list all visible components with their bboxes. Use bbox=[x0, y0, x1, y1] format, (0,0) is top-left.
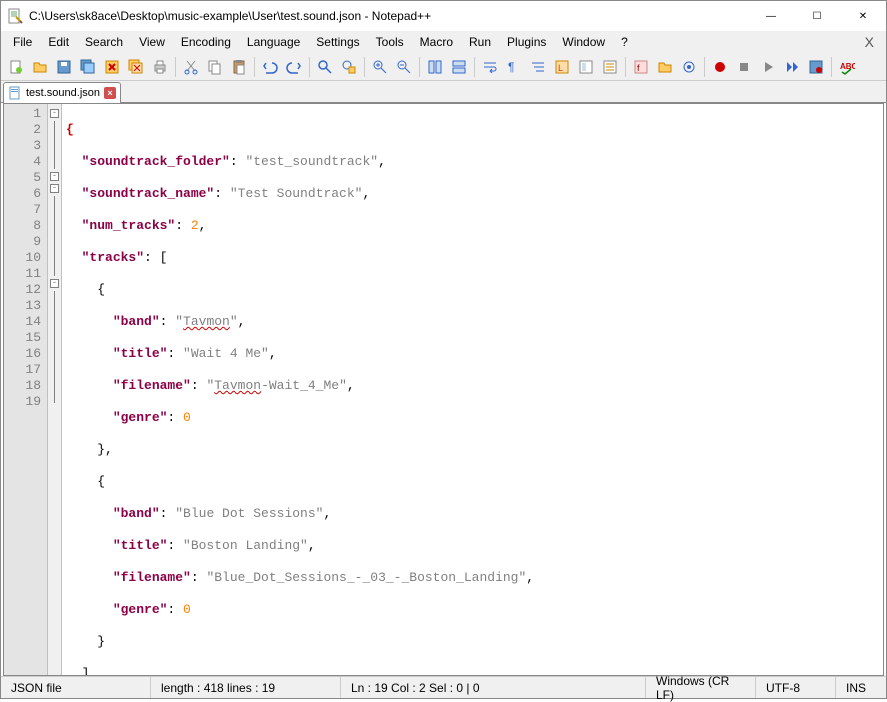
menu-tools[interactable]: Tools bbox=[368, 33, 412, 51]
menu-settings[interactable]: Settings bbox=[308, 33, 367, 51]
sync-h-button[interactable] bbox=[448, 56, 470, 78]
lineno: 6 bbox=[4, 186, 41, 202]
window-controls: — ☐ ✕ bbox=[748, 1, 886, 31]
lineno: 7 bbox=[4, 202, 41, 218]
save-button[interactable] bbox=[53, 56, 75, 78]
lineno: 12 bbox=[4, 282, 41, 298]
close-button[interactable]: ✕ bbox=[840, 1, 886, 31]
lineno: 9 bbox=[4, 234, 41, 250]
menubar: File Edit Search View Encoding Language … bbox=[1, 31, 886, 53]
menu-language[interactable]: Language bbox=[239, 33, 308, 51]
paste-button[interactable] bbox=[228, 56, 250, 78]
window-title: C:\Users\sk8ace\Desktop\music-example\Us… bbox=[29, 9, 748, 23]
menu-window[interactable]: Window bbox=[554, 33, 613, 51]
menu-plugins[interactable]: Plugins bbox=[499, 33, 554, 51]
status-encoding[interactable]: UTF-8 bbox=[756, 677, 836, 698]
play-multi-button[interactable] bbox=[781, 56, 803, 78]
lineno: 10 bbox=[4, 250, 41, 266]
code-area[interactable]: { "soundtrack_folder": "test_soundtrack"… bbox=[62, 104, 883, 675]
funclist-button[interactable]: f bbox=[630, 56, 652, 78]
monitor-button[interactable] bbox=[678, 56, 700, 78]
spellcheck-button[interactable]: ABC bbox=[836, 56, 858, 78]
new-file-button[interactable] bbox=[5, 56, 27, 78]
menu-view[interactable]: View bbox=[131, 33, 173, 51]
fold-toggle[interactable]: - bbox=[50, 172, 59, 181]
file-icon bbox=[8, 86, 22, 100]
menu-file[interactable]: File bbox=[5, 33, 40, 51]
tab-file[interactable]: test.sound.json × bbox=[3, 82, 121, 103]
tab-label: test.sound.json bbox=[26, 87, 100, 99]
zoom-out-button[interactable] bbox=[393, 56, 415, 78]
undo-button[interactable] bbox=[259, 56, 281, 78]
print-button[interactable] bbox=[149, 56, 171, 78]
maximize-button[interactable]: ☐ bbox=[794, 1, 840, 31]
save-all-button[interactable] bbox=[77, 56, 99, 78]
docmap-button[interactable] bbox=[575, 56, 597, 78]
lineno: 4 bbox=[4, 154, 41, 170]
lineno: 19 bbox=[4, 394, 41, 410]
menu-extra-x[interactable]: X bbox=[857, 34, 882, 50]
sync-v-button[interactable] bbox=[424, 56, 446, 78]
svg-text:ABC: ABC bbox=[840, 62, 855, 71]
menu-help[interactable]: ? bbox=[613, 33, 636, 51]
fold-toggle[interactable]: - bbox=[50, 279, 59, 288]
menu-search[interactable]: Search bbox=[77, 33, 131, 51]
show-all-chars-button[interactable]: ¶ bbox=[503, 56, 525, 78]
status-eol[interactable]: Windows (CR LF) bbox=[646, 677, 756, 698]
foldermap-button[interactable] bbox=[654, 56, 676, 78]
lineno: 14 bbox=[4, 314, 41, 330]
lineno: 1 bbox=[4, 106, 41, 122]
lineno: 16 bbox=[4, 346, 41, 362]
redo-button[interactable] bbox=[283, 56, 305, 78]
menu-macro[interactable]: Macro bbox=[412, 33, 461, 51]
toolbar: ¶ L f ABC bbox=[1, 53, 886, 81]
lineno: 3 bbox=[4, 138, 41, 154]
svg-text:L: L bbox=[558, 63, 563, 73]
lineno: 17 bbox=[4, 362, 41, 378]
record-macro-button[interactable] bbox=[709, 56, 731, 78]
lineno: 13 bbox=[4, 298, 41, 314]
cut-button[interactable] bbox=[180, 56, 202, 78]
lineno: 18 bbox=[4, 378, 41, 394]
menu-edit[interactable]: Edit bbox=[40, 33, 77, 51]
find-button[interactable] bbox=[314, 56, 336, 78]
close-all-button[interactable] bbox=[125, 56, 147, 78]
menu-run[interactable]: Run bbox=[461, 33, 499, 51]
replace-button[interactable] bbox=[338, 56, 360, 78]
status-filetype: JSON file bbox=[1, 677, 151, 698]
line-number-gutter[interactable]: 1 2 3 4 5 6 7 8 9 10 11 12 13 14 15 16 1… bbox=[4, 104, 48, 675]
lineno: 5 bbox=[4, 170, 41, 186]
svg-text:¶: ¶ bbox=[508, 60, 514, 74]
udl-button[interactable]: L bbox=[551, 56, 573, 78]
fold-toggle[interactable]: - bbox=[50, 184, 59, 193]
app-icon bbox=[7, 8, 23, 24]
lineno: 8 bbox=[4, 218, 41, 234]
wordwrap-button[interactable] bbox=[479, 56, 501, 78]
statusbar: JSON file length : 418 lines : 19 Ln : 1… bbox=[1, 676, 886, 698]
stop-macro-button[interactable] bbox=[733, 56, 755, 78]
lineno: 2 bbox=[4, 122, 41, 138]
titlebar: C:\Users\sk8ace\Desktop\music-example\Us… bbox=[1, 1, 886, 31]
fold-toggle[interactable]: - bbox=[50, 109, 59, 118]
copy-button[interactable] bbox=[204, 56, 226, 78]
indent-guide-button[interactable] bbox=[527, 56, 549, 78]
editor: 1 2 3 4 5 6 7 8 9 10 11 12 13 14 15 16 1… bbox=[3, 103, 884, 676]
zoom-in-button[interactable] bbox=[369, 56, 391, 78]
status-position: Ln : 19 Col : 2 Sel : 0 | 0 bbox=[341, 677, 646, 698]
status-length: length : 418 lines : 19 bbox=[151, 677, 341, 698]
lineno: 15 bbox=[4, 330, 41, 346]
lineno: 11 bbox=[4, 266, 41, 282]
play-macro-button[interactable] bbox=[757, 56, 779, 78]
open-file-button[interactable] bbox=[29, 56, 51, 78]
doclist-button[interactable] bbox=[599, 56, 621, 78]
fold-column[interactable]: - - - - bbox=[48, 104, 62, 675]
tabbar: test.sound.json × bbox=[1, 81, 886, 103]
status-insert-mode[interactable]: INS bbox=[836, 677, 886, 698]
tab-close-button[interactable]: × bbox=[104, 87, 116, 99]
close-file-button[interactable] bbox=[101, 56, 123, 78]
save-macro-button[interactable] bbox=[805, 56, 827, 78]
menu-encoding[interactable]: Encoding bbox=[173, 33, 239, 51]
minimize-button[interactable]: — bbox=[748, 1, 794, 31]
